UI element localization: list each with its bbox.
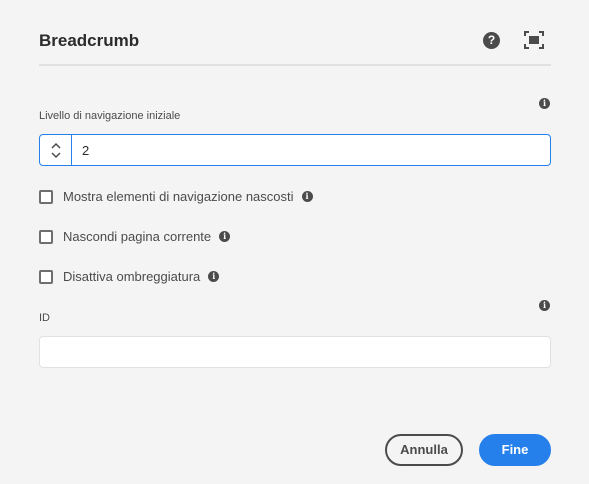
start-level-label: Livello di navigazione iniziale [39,110,181,122]
checkbox-disable-shadow[interactable]: Disattiva ombreggiatura i [39,269,220,284]
checkbox-box[interactable] [39,229,53,244]
start-level-numberfield [39,134,551,166]
stepper[interactable] [40,135,72,165]
id-input[interactable] [39,336,551,368]
cancel-button[interactable]: Annulla [385,434,463,466]
id-label: ID [39,312,50,324]
checkbox-box[interactable] [39,269,53,284]
info-icon[interactable]: i [539,300,550,311]
checkbox-box[interactable] [39,189,53,204]
fullscreen-icon[interactable] [524,31,544,49]
chevron-up-icon [50,142,61,149]
dialog-title: Breadcrumb [39,31,140,50]
checkbox-label: Disattiva ombreggiatura [63,269,201,284]
start-level-input[interactable] [72,135,550,165]
info-icon[interactable]: i [208,271,220,282]
header-divider [39,64,551,66]
done-button[interactable]: Fine [479,434,551,466]
checkbox-label: Nascondi pagina corrente [63,229,212,244]
checkbox-show-hidden[interactable]: Mostra elementi di navigazione nascosti … [39,189,313,204]
checkbox-hide-current[interactable]: Nascondi pagina corrente i [39,229,231,244]
checkbox-label: Mostra elementi di navigazione nascosti [63,189,294,204]
info-icon[interactable]: i [539,98,550,109]
info-icon[interactable]: i [301,191,313,202]
chevron-down-icon [50,151,61,158]
info-icon[interactable]: i [219,231,231,242]
help-icon[interactable]: ? [483,32,500,49]
